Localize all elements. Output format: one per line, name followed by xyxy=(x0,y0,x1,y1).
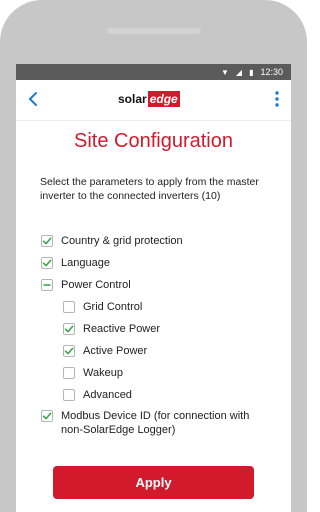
option-label: Advanced xyxy=(83,389,132,401)
more-vertical-icon xyxy=(275,91,279,107)
checkbox[interactable] xyxy=(63,323,75,335)
option-label: Power Control xyxy=(61,279,131,291)
apply-button[interactable]: Apply xyxy=(53,466,254,499)
option-language[interactable]: Language xyxy=(41,256,110,270)
app-bar: solar edge xyxy=(16,80,291,121)
status-bar: ▼ ◢ ▮ 12:30 xyxy=(16,64,291,80)
option-label: Language xyxy=(61,257,110,269)
wifi-icon: ▼ xyxy=(220,67,229,77)
checkmark-icon xyxy=(42,412,52,420)
signal-icon: ◢ xyxy=(235,67,243,77)
page-description: Select the parameters to apply from the … xyxy=(40,176,259,202)
status-time: 12:30 xyxy=(260,67,283,77)
option-label: Wakeup xyxy=(83,367,123,379)
checkbox[interactable] xyxy=(63,389,75,401)
page-title: Site Configuration xyxy=(74,130,233,152)
option-country-grid-protection[interactable]: Country & grid protection xyxy=(41,234,183,248)
option-label: Active Power xyxy=(83,345,148,357)
checkbox[interactable] xyxy=(41,235,53,247)
checkbox[interactable] xyxy=(63,345,75,357)
overflow-menu-button[interactable] xyxy=(269,88,285,110)
option-label: Reactive Power xyxy=(83,323,161,335)
checkmark-icon xyxy=(64,325,74,333)
option-grid-control[interactable]: Grid Control xyxy=(63,300,142,314)
checkmark-icon xyxy=(42,237,52,245)
checkbox[interactable] xyxy=(41,279,53,291)
option-reactive-power[interactable]: Reactive Power xyxy=(63,322,160,336)
checkmark-icon xyxy=(42,259,52,267)
option-active-power[interactable]: Active Power xyxy=(63,344,147,358)
option-label: Modbus Device ID (for connection with no… xyxy=(61,410,250,436)
option-label: Country & grid protection xyxy=(61,235,183,247)
app-screen: ▼ ◢ ▮ 12:30 solar edge Site Configuratio… xyxy=(16,64,291,512)
option-label: Grid Control xyxy=(83,301,143,313)
phone-frame: ▼ ◢ ▮ 12:30 solar edge Site Configuratio… xyxy=(0,0,307,512)
battery-icon: ▮ xyxy=(249,67,254,77)
option-advanced[interactable]: Advanced xyxy=(63,388,132,402)
checkbox[interactable] xyxy=(63,301,75,313)
phone-speaker xyxy=(107,28,201,34)
option-modbus-device-id[interactable]: Modbus Device ID (for connection with no… xyxy=(41,409,271,437)
option-power-control[interactable]: Power Control xyxy=(41,278,131,292)
checkbox[interactable] xyxy=(63,367,75,379)
option-wakeup[interactable]: Wakeup xyxy=(63,366,123,380)
checkbox[interactable] xyxy=(41,257,53,269)
checkmark-icon xyxy=(64,347,74,355)
chevron-left-icon xyxy=(29,92,37,106)
minus-icon xyxy=(43,284,51,286)
checkbox[interactable] xyxy=(41,410,53,422)
solaredge-logo: solar edge xyxy=(118,91,180,107)
back-button[interactable] xyxy=(22,88,44,110)
